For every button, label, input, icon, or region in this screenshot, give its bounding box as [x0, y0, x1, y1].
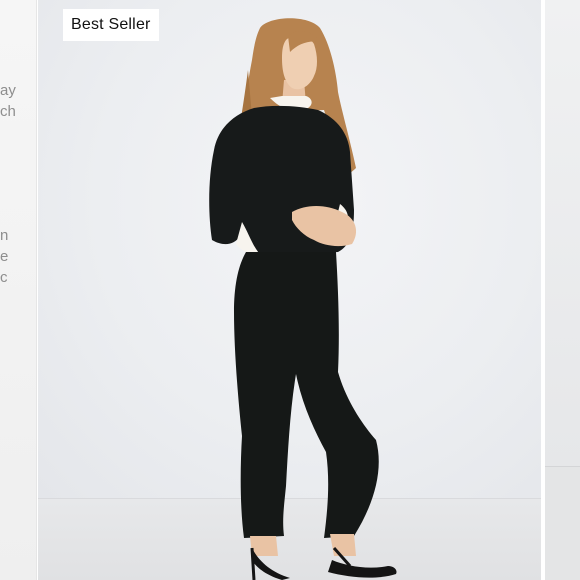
next-card-floor: [545, 466, 580, 580]
model-shoe-right: [328, 560, 397, 578]
model-pants: [234, 252, 379, 538]
previous-card-text-fragment: ch: [0, 103, 16, 120]
next-card-backdrop: [545, 0, 580, 466]
next-product-card[interactable]: [545, 0, 580, 580]
product-card[interactable]: Best Seller: [38, 0, 541, 580]
previous-card-text-fragment: n: [0, 227, 9, 244]
previous-card-text-fragment: ay: [0, 82, 16, 99]
previous-card-text-fragment: e: [0, 248, 9, 265]
previous-product-card[interactable]: ay ch n e c: [0, 0, 37, 580]
product-image[interactable]: [38, 0, 541, 580]
previous-card-text-fragment: c: [0, 269, 8, 286]
previous-card-text: ay ch n e c: [0, 80, 36, 288]
best-seller-badge: Best Seller: [63, 9, 159, 41]
product-carousel: ay ch n e c Best Seller: [0, 0, 580, 580]
